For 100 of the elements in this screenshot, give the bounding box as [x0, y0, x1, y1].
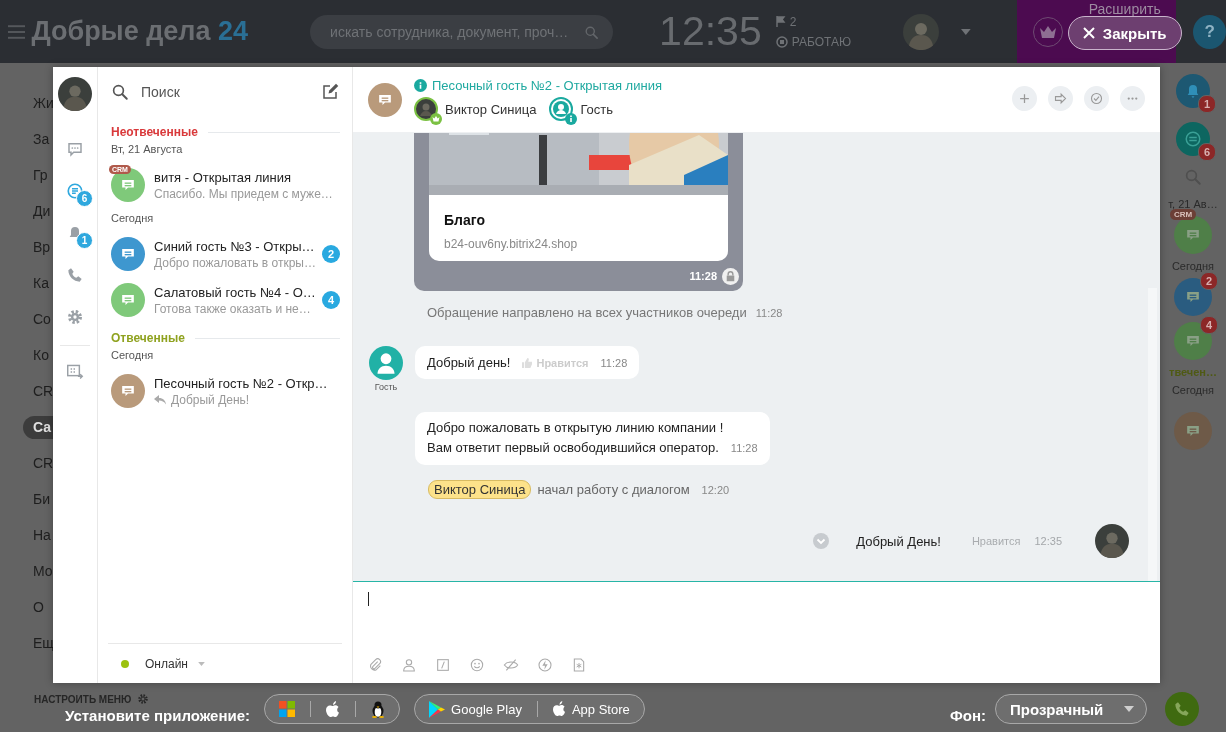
- menu-item[interactable]: На: [0, 524, 52, 547]
- add-user-button[interactable]: [1012, 86, 1037, 111]
- stop-icon: [775, 35, 788, 48]
- menu-item[interactable]: Жи: [0, 92, 52, 115]
- menu-item[interactable]: Са: [23, 416, 53, 439]
- menu-item[interactable]: Ко: [0, 344, 52, 367]
- date-label: Сегодня: [111, 212, 155, 224]
- open-lines-button[interactable]: [1176, 122, 1210, 156]
- counter-badge: 6: [76, 190, 93, 207]
- message-time: 12:35: [1034, 535, 1062, 547]
- menu-item[interactable]: Вр: [0, 236, 52, 259]
- date-label: Сегодня: [1171, 384, 1215, 396]
- recent-chat-avatar[interactable]: [1174, 412, 1212, 450]
- nav-button[interactable]: 6: [57, 175, 93, 207]
- chevron-down-icon[interactable]: [813, 533, 830, 549]
- caret-icon[interactable]: [961, 28, 971, 35]
- like-button[interactable]: Нравится: [971, 535, 1021, 547]
- windows-icon[interactable]: [279, 701, 296, 717]
- app-store-link[interactable]: App Store: [552, 701, 630, 717]
- user-icon[interactable]: [401, 657, 417, 673]
- menu-icon[interactable]: [8, 24, 26, 39]
- phone-button[interactable]: [1165, 692, 1199, 726]
- chat-title: Салатовый гость №4 - О…: [154, 284, 313, 300]
- message-time: 11:28: [600, 356, 628, 369]
- command-icon[interactable]: [435, 657, 451, 673]
- menu-item[interactable]: За: [0, 128, 52, 151]
- message-time: 11:28: [730, 441, 758, 454]
- menu-item[interactable]: CR: [0, 452, 52, 475]
- scrollbar[interactable]: [1148, 288, 1157, 581]
- expand-label: Расширить: [1088, 1, 1161, 17]
- crown-icon: [430, 113, 442, 125]
- menu-item[interactable]: Гр: [0, 164, 52, 187]
- close-button[interactable]: Закрыть: [1067, 16, 1182, 50]
- notifications-button[interactable]: [1176, 74, 1210, 108]
- google-play-link[interactable]: Google Play: [429, 700, 522, 718]
- avatar: [58, 77, 92, 111]
- message-time: 12:20: [701, 483, 730, 496]
- menu-item[interactable]: Со: [0, 308, 52, 331]
- info-icon[interactable]: [414, 79, 427, 92]
- nav-button[interactable]: 1: [57, 217, 93, 249]
- message-preview: Добро пожаловать в откры…: [154, 255, 316, 270]
- menu-item[interactable]: Ка: [0, 272, 52, 295]
- penguin-icon[interactable]: [371, 700, 386, 718]
- edit-icon[interactable]: [321, 83, 339, 101]
- user-mention[interactable]: Виктор Синица: [428, 480, 532, 499]
- counter-badge: 1: [76, 232, 93, 249]
- date-label: Сегодня: [1171, 260, 1215, 272]
- open-lines-icon: [1184, 130, 1202, 148]
- snippet-icon[interactable]: [571, 657, 587, 673]
- lightning-icon[interactable]: [537, 657, 553, 673]
- message-text: Добро пожаловать в открытую линию компании !: [427, 420, 725, 435]
- recent-chat-avatar[interactable]: [1174, 322, 1212, 360]
- hidden-eye-icon[interactable]: [503, 657, 519, 673]
- crm-badge: CRM: [1170, 209, 1197, 220]
- close-icon: [1082, 27, 1095, 39]
- clock: 12:35: [659, 8, 762, 55]
- search-icon: [584, 24, 600, 40]
- message-preview: Добрый День!: [171, 392, 250, 407]
- smile-icon[interactable]: [469, 657, 485, 673]
- add-user-icon: [1017, 91, 1032, 106]
- menu-item[interactable]: Мо: [0, 560, 52, 583]
- link-url[interactable]: b24-ouv6ny.bitrix24.shop: [444, 237, 713, 251]
- user-name[interactable]: Гость: [580, 101, 614, 117]
- chat-list-item[interactable]: Песочный гость №2 - Откр… Добрый День!: [111, 368, 340, 414]
- finish-button[interactable]: [1084, 86, 1109, 111]
- chat-title[interactable]: Песочный гость №2 - Открытая линия: [432, 78, 662, 93]
- apple-icon[interactable]: [326, 700, 341, 718]
- attach-icon[interactable]: [367, 657, 383, 673]
- phone-icon: [67, 267, 83, 283]
- date-label: Сегодня: [111, 349, 155, 361]
- flag-count: 2: [789, 14, 797, 29]
- avatar: [903, 13, 940, 50]
- recent-chat-avatar[interactable]: [1174, 278, 1212, 316]
- user-name[interactable]: Виктор Синица: [445, 101, 537, 117]
- avatar: [1095, 524, 1129, 558]
- gear-icon[interactable]: [137, 693, 150, 705]
- screen-share-icon: [66, 364, 84, 380]
- status-label[interactable]: Онлайн: [145, 656, 188, 671]
- play-store-icon: [429, 700, 446, 718]
- recent-chat-avatar[interactable]: [1174, 216, 1212, 254]
- chat-list-item[interactable]: Салатовый гость №4 - О… Готова также оказать и не… 4: [111, 277, 340, 323]
- menu-item[interactable]: Ди: [0, 200, 52, 223]
- menu-item[interactable]: CR: [0, 380, 52, 403]
- section-title: Отвеченные: [111, 331, 185, 345]
- logo[interactable]: Добрые дела 24: [31, 16, 249, 47]
- date-label: Вт, 21 Августа: [111, 143, 184, 155]
- menu-item[interactable]: Би: [0, 488, 52, 511]
- menu-item[interactable]: О: [0, 596, 52, 619]
- forward-button[interactable]: [1048, 86, 1073, 111]
- menu-settings-link[interactable]: НАСТРОИТЬ МЕНЮ: [34, 693, 132, 705]
- background-select[interactable]: Прозрачный: [995, 694, 1147, 724]
- caret-icon[interactable]: [197, 661, 205, 666]
- more-button[interactable]: [1120, 86, 1145, 111]
- section-title: твечен…: [1169, 366, 1217, 378]
- chat-list-item[interactable]: Синий гость №3 - Откры… Добро пожаловать в откры… 2: [111, 231, 340, 277]
- guest-avatar: [369, 346, 403, 380]
- menu-item[interactable]: Ещ: [0, 632, 52, 655]
- work-status[interactable]: РАБОТАЮ: [791, 34, 852, 49]
- help-button[interactable]: ?: [1193, 14, 1226, 49]
- chat-title: Синий гость №3 - Откры…: [154, 238, 313, 254]
